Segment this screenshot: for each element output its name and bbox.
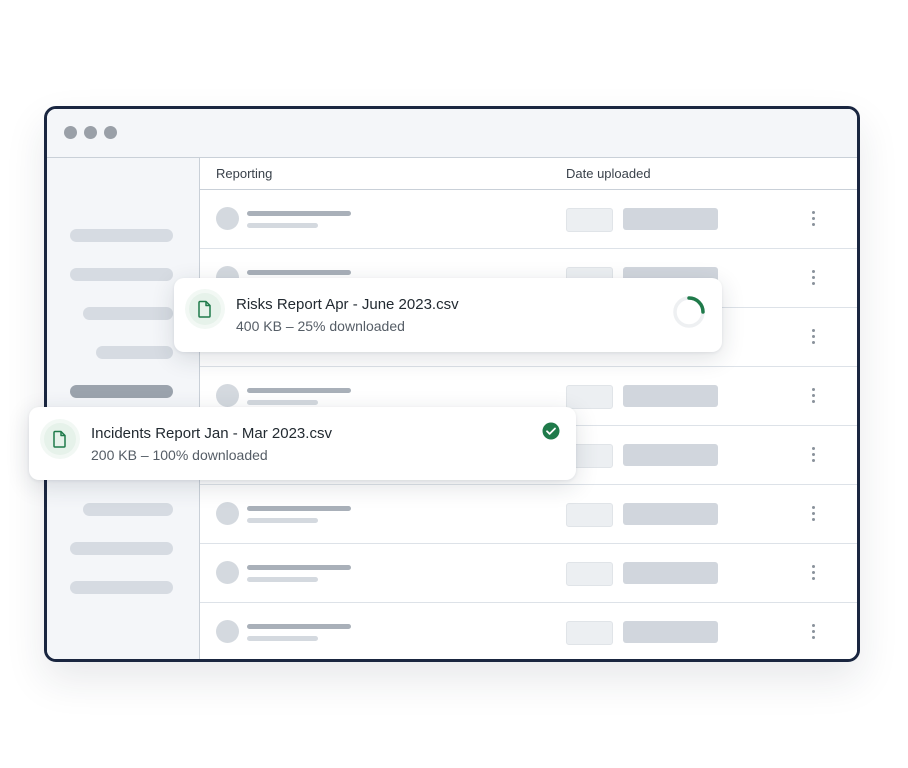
column-header-date-uploaded[interactable]: Date uploaded xyxy=(566,166,651,181)
kebab-menu-icon[interactable] xyxy=(808,326,818,348)
placeholder-badge xyxy=(566,562,613,586)
placeholder-badge xyxy=(566,385,613,409)
placeholder-badge xyxy=(566,621,613,645)
sidebar-item[interactable] xyxy=(83,307,173,320)
avatar xyxy=(216,620,239,643)
placeholder-text xyxy=(247,518,318,523)
file-icon xyxy=(189,293,221,325)
placeholder-text xyxy=(247,636,318,641)
browser-window: Reporting Date uploaded xyxy=(44,106,860,662)
placeholder-date xyxy=(623,444,718,466)
sidebar-item[interactable] xyxy=(70,542,173,555)
table-row[interactable] xyxy=(200,485,857,544)
avatar xyxy=(216,561,239,584)
table-row[interactable] xyxy=(200,603,857,659)
placeholder-text xyxy=(247,577,318,582)
placeholder-text xyxy=(247,223,318,228)
placeholder-text xyxy=(247,211,351,216)
download-filename: Incidents Report Jan - Mar 2023.csv xyxy=(91,425,332,442)
progress-spinner-icon xyxy=(673,296,705,328)
avatar xyxy=(216,502,239,525)
kebab-menu-icon[interactable] xyxy=(808,444,818,466)
placeholder-date xyxy=(623,562,718,584)
placeholder-date xyxy=(623,385,718,407)
placeholder-text xyxy=(247,400,318,405)
window-control-minimize[interactable] xyxy=(84,126,97,139)
window-control-close[interactable] xyxy=(64,126,77,139)
sidebar-item[interactable] xyxy=(70,268,173,281)
download-status: 400 KB – 25% downloaded xyxy=(236,318,405,334)
kebab-menu-icon[interactable] xyxy=(808,621,818,643)
sidebar-item[interactable] xyxy=(70,581,173,594)
sidebar-item[interactable] xyxy=(83,503,173,516)
window-control-maximize[interactable] xyxy=(104,126,117,139)
avatar xyxy=(216,207,239,230)
table-row[interactable] xyxy=(200,190,857,249)
download-toast-risks[interactable]: Risks Report Apr - June 2023.csv 400 KB … xyxy=(174,278,722,352)
placeholder-badge xyxy=(566,503,613,527)
download-status: 200 KB – 100% downloaded xyxy=(91,447,268,463)
check-circle-icon xyxy=(542,422,560,440)
window-titlebar xyxy=(47,109,857,158)
kebab-menu-icon[interactable] xyxy=(808,562,818,584)
table-row[interactable] xyxy=(200,544,857,603)
placeholder-text xyxy=(247,624,351,629)
file-icon xyxy=(44,423,76,455)
placeholder-text xyxy=(247,506,351,511)
download-toast-incidents[interactable]: Incidents Report Jan - Mar 2023.csv 200 … xyxy=(29,407,576,480)
sidebar-item[interactable] xyxy=(70,229,173,242)
avatar xyxy=(216,384,239,407)
sidebar-item-active[interactable] xyxy=(70,385,173,398)
kebab-menu-icon[interactable] xyxy=(808,267,818,289)
placeholder-date xyxy=(623,503,718,525)
placeholder-date xyxy=(623,621,718,643)
placeholder-badge xyxy=(566,208,613,232)
placeholder-text xyxy=(247,388,351,393)
placeholder-text xyxy=(247,565,351,570)
kebab-menu-icon[interactable] xyxy=(808,503,818,525)
kebab-menu-icon[interactable] xyxy=(808,208,818,230)
table-header: Reporting Date uploaded xyxy=(200,158,857,190)
download-filename: Risks Report Apr - June 2023.csv xyxy=(236,296,459,313)
placeholder-text xyxy=(247,270,351,275)
kebab-menu-icon[interactable] xyxy=(808,385,818,407)
column-header-reporting[interactable]: Reporting xyxy=(216,166,272,181)
sidebar-item[interactable] xyxy=(96,346,173,359)
placeholder-date xyxy=(623,208,718,230)
